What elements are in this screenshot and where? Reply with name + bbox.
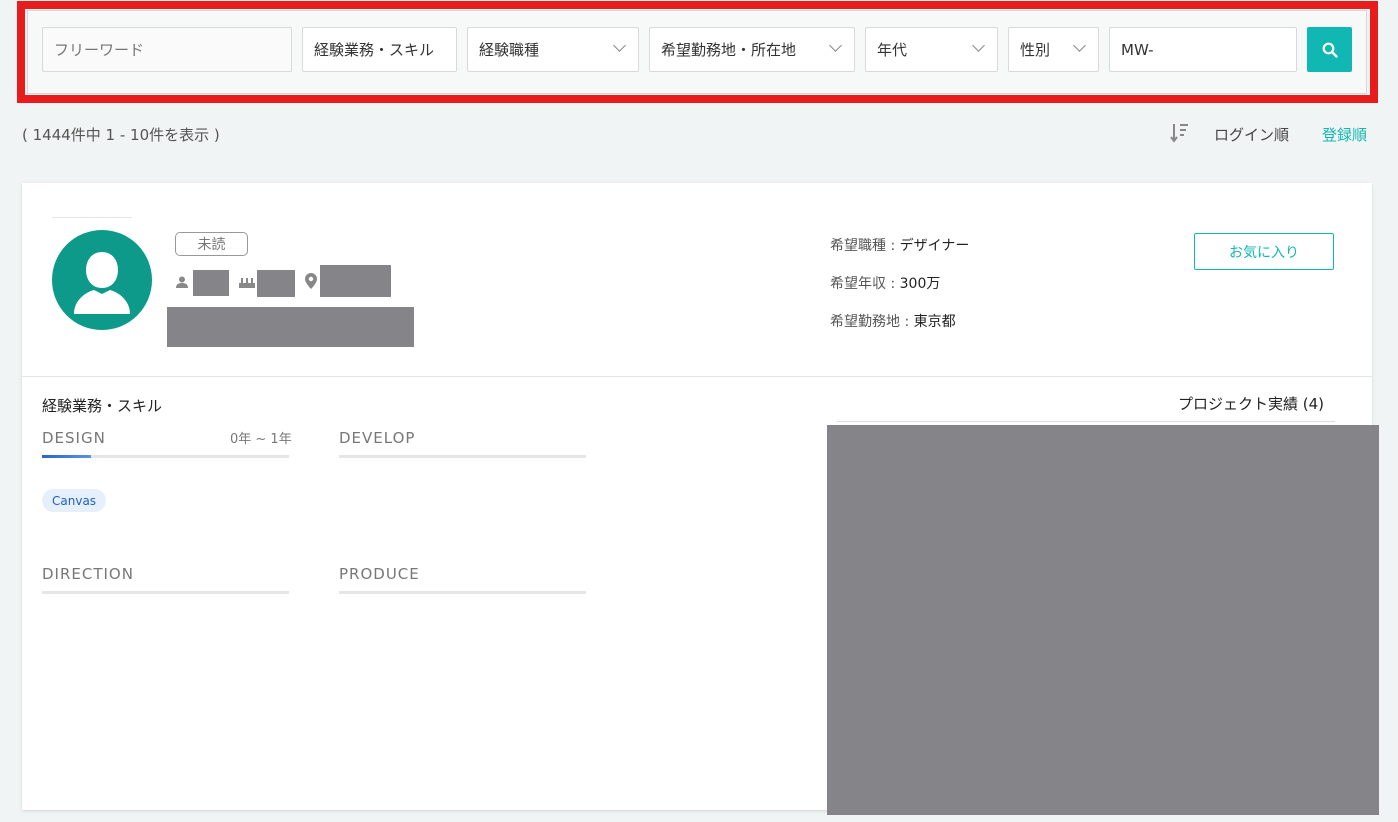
redacted-title (167, 307, 414, 347)
age-select[interactable]: 年代 (865, 27, 998, 72)
redacted-name (193, 270, 229, 296)
redacted-project-image (827, 425, 1379, 815)
user-icon (74, 252, 130, 314)
location-select[interactable]: 希望勤務地・所在地 (649, 27, 855, 72)
job-type-label: 経験職種 (479, 41, 540, 59)
job-type-select[interactable]: 経験職種 (467, 27, 639, 72)
category-design: DESIGN (42, 429, 106, 447)
free-word-input[interactable] (42, 27, 292, 72)
desired-job: 希望職種 : デザイナー (830, 235, 969, 255)
avatar (52, 230, 152, 330)
age-label: 年代 (877, 41, 908, 59)
desired-job-value: デザイナー (899, 238, 970, 254)
search-button[interactable] (1307, 27, 1352, 72)
chevron-down-icon (1073, 39, 1086, 52)
category-develop: DEVELOP (339, 429, 416, 447)
desired-salary-label: 希望年収 : (830, 276, 900, 292)
category-direction: DIRECTION (42, 565, 134, 583)
chevron-down-icon (829, 39, 842, 52)
chevron-down-icon (613, 39, 626, 52)
birthday-cake-icon (239, 278, 255, 288)
id-input[interactable]: MW- (1109, 27, 1297, 72)
produce-progress-track (339, 591, 586, 594)
favorite-button[interactable]: お気に入り (1194, 233, 1334, 270)
design-progress-fill (42, 455, 92, 458)
sort-by-register[interactable]: 登録順 (1322, 124, 1367, 145)
desired-salary: 希望年収 : 300万 (830, 273, 940, 293)
design-progress-track (42, 455, 289, 458)
card-divider (22, 376, 1372, 377)
develop-progress-track (339, 455, 586, 458)
skills-section-title: 経験業務・スキル (42, 397, 163, 415)
gender-select[interactable]: 性別 (1008, 27, 1099, 72)
desired-salary-value: 300万 (899, 276, 941, 292)
person-icon (176, 276, 188, 288)
sort-icon[interactable] (1170, 122, 1190, 144)
chevron-down-icon (972, 39, 985, 52)
skill-tag[interactable]: Canvas (42, 489, 107, 512)
avatar-divider (52, 217, 132, 218)
redacted-location (320, 265, 391, 297)
desired-job-label: 希望職種 : (830, 238, 900, 254)
category-produce: PRODUCE (339, 565, 420, 583)
skill-filter-label: 経験業務・スキル (314, 41, 435, 59)
skill-filter-button[interactable]: 経験業務・スキル (302, 27, 457, 72)
sort-by-login[interactable]: ログイン順 (1214, 124, 1289, 145)
unread-badge: 未読 (175, 232, 248, 256)
location-pin-icon (305, 273, 317, 289)
direction-progress-track (42, 591, 289, 594)
projects-divider (837, 421, 1335, 422)
design-years: 0年 ~ 1年 (230, 432, 292, 447)
id-input-value: MW- (1121, 40, 1154, 59)
desired-location-label: 希望勤務地 : (830, 314, 914, 330)
desired-location-value: 東京都 (913, 314, 956, 330)
desired-location: 希望勤務地 : 東京都 (830, 311, 956, 331)
search-icon (1322, 42, 1338, 58)
redacted-age (257, 270, 295, 297)
location-label: 希望勤務地・所在地 (661, 41, 797, 59)
projects-section-title[interactable]: プロジェクト実績 (4) (1178, 393, 1324, 414)
result-count: ( 1444件中 1 - 10件を表示 ) (22, 126, 220, 144)
gender-label: 性別 (1020, 41, 1051, 59)
